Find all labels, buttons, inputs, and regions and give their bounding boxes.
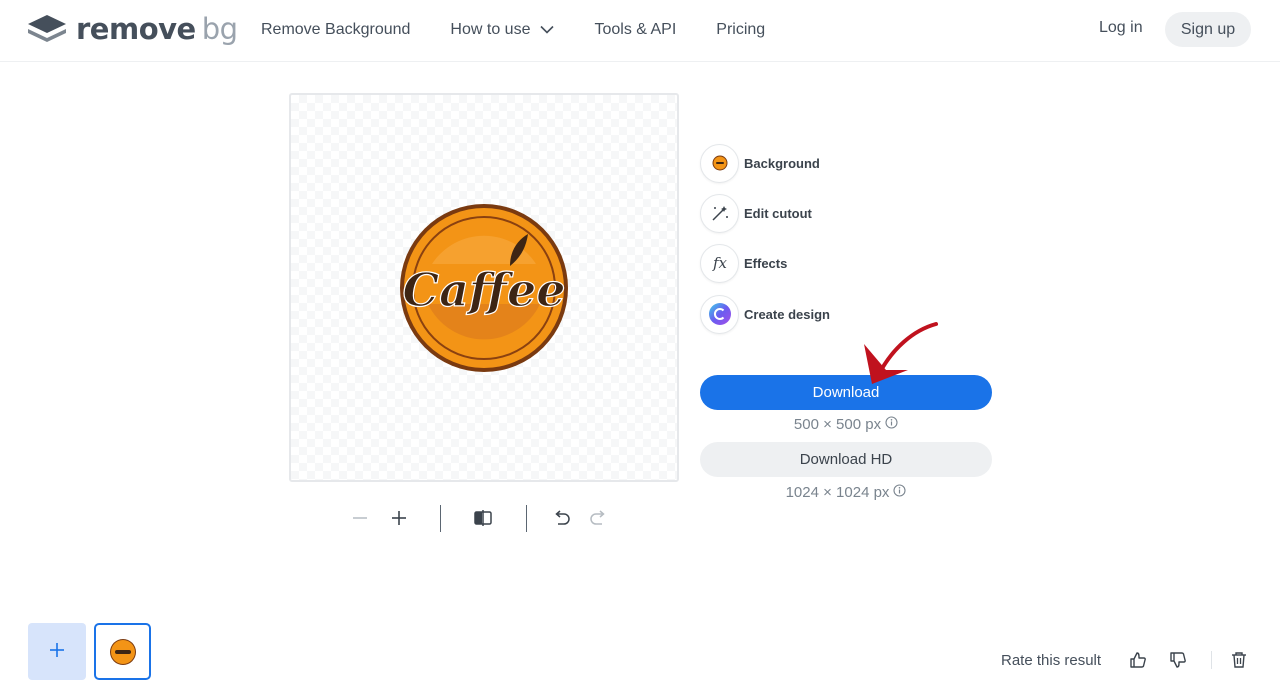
nav-label: How to use — [450, 21, 531, 38]
option-label: Effects — [744, 255, 788, 271]
download-button[interactable]: Download — [700, 375, 992, 410]
redo-icon[interactable] — [585, 504, 613, 532]
download-hd-size-text: 1024 × 1024 px — [785, 484, 890, 501]
info-icon[interactable] — [889, 484, 906, 501]
layers-icon — [28, 15, 66, 43]
plus-icon — [49, 642, 65, 661]
zoom-out-icon[interactable] — [346, 504, 374, 532]
download-size-text: 500 × 500 px — [793, 416, 882, 433]
login-link[interactable]: Log in — [1099, 19, 1143, 37]
info-icon[interactable] — [881, 416, 898, 433]
background-thumbnail-icon — [700, 143, 739, 183]
logo-text: remove bg — [76, 14, 238, 44]
canva-icon — [700, 294, 739, 334]
rate-divider — [1211, 651, 1212, 669]
option-effects[interactable]: fx Effects — [700, 243, 787, 283]
option-create-design[interactable]: Create design — [700, 294, 830, 334]
caffee-logo-image: Caffee — [400, 204, 568, 372]
image-thumbnail[interactable] — [94, 623, 151, 680]
thumbs-down-icon[interactable] — [1168, 650, 1188, 670]
fx-icon: fx — [700, 243, 739, 283]
zoom-in-icon[interactable] — [385, 504, 413, 532]
caffee-text: Caffee — [403, 263, 566, 317]
magic-brush-icon — [700, 193, 739, 233]
toolbar-divider — [526, 505, 527, 532]
nav-how-to-use[interactable]: How to use — [450, 21, 555, 39]
top-header: remove bg Remove Background How to use To… — [0, 0, 1280, 62]
logo[interactable]: remove bg — [28, 14, 238, 44]
download-size: 500 × 500 px — [700, 416, 992, 433]
compare-icon[interactable] — [469, 504, 497, 532]
caffee-thumbnail-image — [109, 638, 136, 665]
download-hd-size: 1024 × 1024 px — [700, 484, 992, 501]
signup-button[interactable]: Sign up — [1165, 12, 1251, 47]
nav-tools-api[interactable]: Tools & API — [594, 21, 676, 39]
download-hd-button[interactable]: Download HD — [700, 442, 992, 477]
nav-remove-background[interactable]: Remove Background — [261, 21, 410, 39]
nav-pricing[interactable]: Pricing — [716, 21, 765, 39]
nav-label: Tools & API — [594, 21, 677, 38]
main-nav: Remove Background How to use Tools & API… — [261, 0, 805, 60]
toolbar-divider — [440, 505, 441, 532]
option-label: Edit cutout — [744, 205, 812, 221]
logo-word-remove: remove — [76, 12, 196, 46]
chevron-down-icon — [530, 21, 555, 39]
option-label: Background — [744, 155, 820, 171]
trash-icon[interactable] — [1229, 650, 1249, 670]
option-background[interactable]: Background — [700, 143, 820, 183]
nav-label: Remove Background — [261, 21, 411, 38]
undo-icon[interactable] — [547, 504, 575, 532]
nav-label: Pricing — [716, 21, 766, 38]
svg-text:fx: fx — [711, 254, 727, 272]
thumbs-up-icon[interactable] — [1128, 650, 1148, 670]
option-edit-cutout[interactable]: Edit cutout — [700, 193, 812, 233]
logo-word-bg: bg — [201, 12, 238, 46]
image-preview[interactable]: Caffee — [289, 93, 679, 482]
rate-result-label: Rate this result — [1001, 652, 1102, 669]
option-label: Create design — [744, 306, 830, 322]
add-image-button[interactable] — [28, 623, 86, 680]
